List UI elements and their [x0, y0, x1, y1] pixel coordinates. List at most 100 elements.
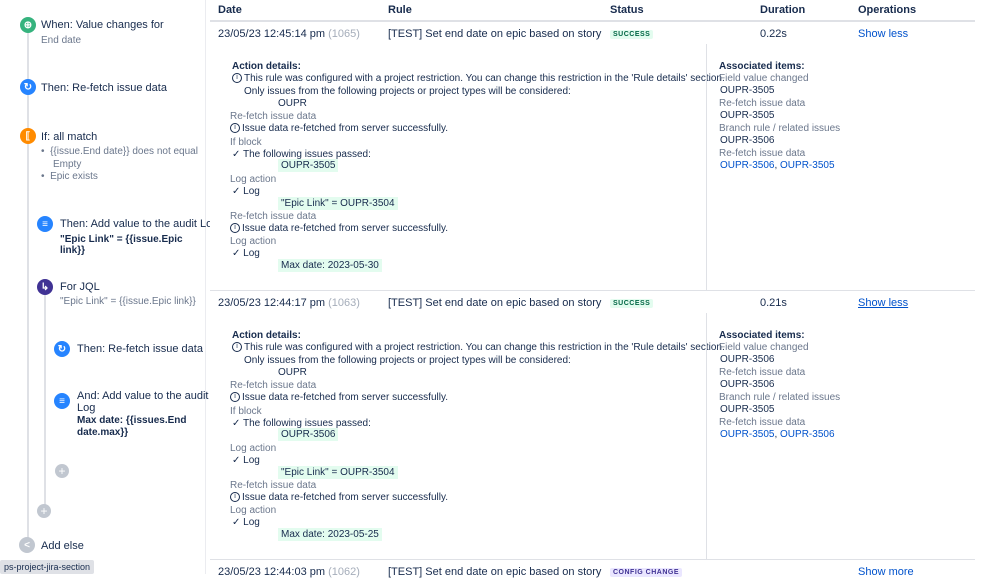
branch-audit-value-line2: date.max}}: [77, 427, 129, 438]
check-icon: ✓: [232, 186, 241, 197]
issue-link[interactable]: OUPR-3506: [780, 429, 834, 440]
audit-log-value: "Epic Link" = {{issue.Epic link}}: [60, 234, 183, 256]
passed-issue: OUPR-3505: [278, 159, 339, 172]
associated-items-panel: Associated items: Field value changed OU…: [706, 44, 976, 290]
if-condition-title[interactable]: If: all match: [41, 131, 97, 143]
log-entry-2: ✓ Log: [232, 248, 260, 259]
table-row[interactable]: 23/05/23 12:44:17 pm (1063) [TEST] Set e…: [210, 290, 975, 314]
branch-audit-title-line1[interactable]: And: Add value to the audit: [77, 390, 209, 402]
branch-audit-title-line2[interactable]: Log: [77, 402, 95, 414]
refetch-label: Re-fetch issue data: [230, 111, 317, 122]
branch-connector-line: [44, 295, 46, 510]
branch-audit-value-line1: Max date: {{issues.End: [77, 415, 187, 426]
status-badge: SUCCESS: [610, 30, 654, 39]
log-value-2: Max date: 2023-05-25: [278, 528, 382, 541]
execution-detail: Action details: i This rule was configure…: [210, 313, 975, 559]
log-entry-2: ✓ Log: [232, 517, 260, 528]
trigger-title[interactable]: When: Value changes for: [41, 19, 164, 31]
show-less-link[interactable]: Show less: [858, 297, 908, 309]
status-badge: CONFIG CHANGE: [610, 568, 682, 577]
action-details-title: Action details:: [232, 330, 301, 341]
row-date-text: 23/05/23 12:45:14 pm: [218, 28, 326, 40]
table-row[interactable]: 23/05/23 12:44:03 pm (1062) [TEST] Set e…: [210, 559, 975, 582]
add-component-button[interactable]: +: [37, 504, 51, 518]
project-key: OUPR: [278, 98, 307, 109]
check-icon: ✓: [232, 455, 241, 466]
row-date-text: 23/05/23 12:44:17 pm: [218, 297, 326, 309]
log-text-2: Log: [243, 248, 260, 259]
rule-flow-sidebar: ⊕ When: Value changes for End date ↻ The…: [0, 0, 218, 574]
show-less-link[interactable]: Show less: [858, 28, 908, 40]
associated-items-title: Associated items:: [719, 61, 805, 72]
row-id: (1065): [328, 28, 360, 40]
assoc-group-label: Field value changed: [719, 342, 809, 353]
assoc-group-label: Branch rule / related issues: [719, 123, 841, 134]
refetch-message-2-text: Issue data re-fetched from server succes…: [242, 492, 449, 503]
issue-link[interactable]: OUPR-3506: [720, 379, 774, 390]
log-text: Log: [243, 186, 260, 197]
refetch-action-title[interactable]: Then: Re-fetch issue data: [41, 82, 167, 94]
row-rule: [TEST] Set end date on epic based on sto…: [388, 566, 602, 578]
log-action-label: Log action: [230, 443, 277, 454]
for-jql-title[interactable]: For JQL: [60, 281, 100, 293]
issue-link[interactable]: OUPR-3505: [720, 404, 774, 415]
issue-link[interactable]: OUPR-3506: [720, 160, 774, 171]
issue-link[interactable]: OUPR-3505: [720, 85, 774, 96]
refetch-icon: ↻: [20, 79, 36, 95]
issue-link[interactable]: OUPR-3505: [780, 160, 834, 171]
log-entry: ✓ Log: [232, 186, 260, 197]
issue-link-group: OUPR-3506, OUPR-3505: [720, 160, 835, 171]
log-action-label-2: Log action: [230, 505, 277, 516]
trigger-icon: ⊕: [20, 17, 36, 33]
restriction-text: This rule was configured with a project …: [244, 73, 725, 84]
issue-link[interactable]: OUPR-3506: [720, 135, 774, 146]
check-icon: ✓: [232, 248, 241, 259]
condition-item: • Epic exists: [41, 171, 98, 182]
header-operations: Operations: [858, 4, 917, 16]
condition-icon: ⟦: [20, 128, 36, 144]
header-status[interactable]: Status: [610, 4, 644, 16]
if-block-label: If block: [230, 137, 262, 148]
check-icon: ✓: [232, 149, 241, 160]
header-date[interactable]: Date: [218, 4, 242, 16]
audit-log-icon: ≡: [54, 393, 70, 409]
assoc-group-label: Re-fetch issue data: [719, 98, 806, 109]
log-text: Log: [243, 455, 260, 466]
log-text-2: Log: [243, 517, 260, 528]
refetch-message-2: i Issue data re-fetched from server succe…: [230, 492, 448, 503]
issue-link[interactable]: OUPR-3505: [720, 110, 774, 121]
issue-link[interactable]: OUPR-3505: [720, 429, 774, 440]
row-rule: [TEST] Set end date on epic based on sto…: [388, 297, 602, 309]
condition-2-text: Epic exists: [50, 171, 98, 182]
info-icon: i: [232, 342, 242, 353]
show-more-link[interactable]: Show more: [858, 566, 914, 578]
header-duration[interactable]: Duration: [760, 4, 805, 16]
row-date-text: 23/05/23 12:44:03 pm: [218, 566, 326, 578]
issue-link[interactable]: OUPR-3506: [720, 354, 774, 365]
refetch-label: Re-fetch issue data: [230, 380, 317, 391]
log-value-chip: "Epic Link" = OUPR-3504: [278, 197, 398, 210]
restriction-text-2: Only issues from the following projects …: [244, 86, 571, 97]
log-value-2-chip: Max date: 2023-05-30: [278, 259, 382, 272]
refetch-message-text: Issue data re-fetched from server succes…: [242, 123, 449, 134]
issue-link-group: OUPR-3505, OUPR-3506: [720, 429, 835, 440]
assoc-group-label: Re-fetch issue data: [719, 417, 806, 428]
condition-1-value: Empty: [53, 159, 82, 170]
passed-issue: OUPR-3506: [278, 428, 339, 441]
row-id: (1062): [328, 566, 360, 578]
table-row[interactable]: 23/05/23 12:45:14 pm (1065) [TEST] Set e…: [210, 22, 975, 45]
audit-log-action-title[interactable]: Then: Add value to the audit Log: [60, 218, 218, 230]
branch-refetch-title[interactable]: Then: Re-fetch issue data: [77, 343, 203, 355]
add-else-icon: <: [19, 537, 35, 553]
restriction-text-2: Only issues from the following projects …: [244, 355, 571, 366]
row-date: 23/05/23 12:44:03 pm (1062): [218, 566, 360, 578]
row-rule: [TEST] Set end date on epic based on sto…: [388, 28, 602, 40]
passed-issue-key: OUPR-3505: [278, 159, 339, 172]
add-component-button[interactable]: +: [55, 464, 69, 478]
refetch-message: i Issue data re-fetched from server succe…: [230, 123, 448, 134]
add-else-link[interactable]: Add else: [41, 540, 84, 552]
row-id: (1063): [328, 297, 360, 309]
row-date: 23/05/23 12:44:17 pm (1063): [218, 297, 360, 309]
header-rule[interactable]: Rule: [388, 4, 412, 16]
log-entry: ✓ Log: [232, 455, 260, 466]
